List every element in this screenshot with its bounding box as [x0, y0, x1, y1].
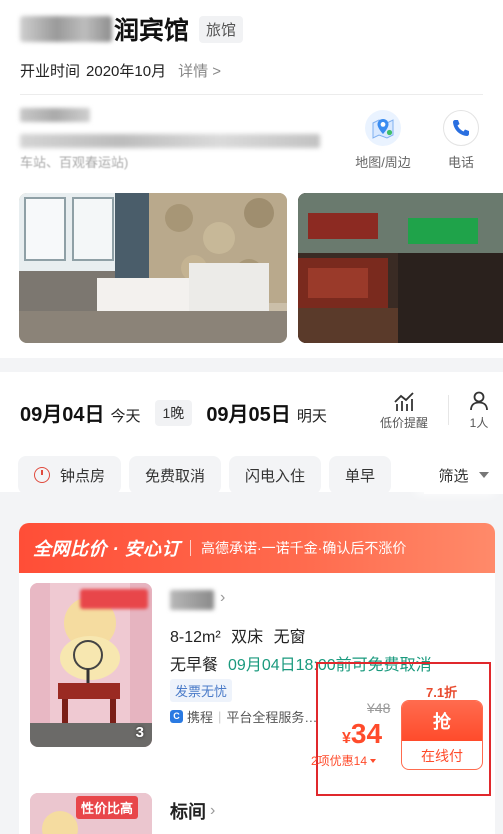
chip-instant-checkin[interactable]: 闪电入住 [229, 456, 322, 494]
address-tail: 车站、百观春运站) [20, 155, 129, 170]
banner-subtitle: 高德承诺·一诺千金·确认后不涨价 [201, 540, 407, 556]
meal-info: 无早餐 [170, 657, 219, 674]
caret-down-icon [478, 472, 489, 478]
room-name-redacted[interactable] [170, 590, 214, 610]
price-trend-icon [394, 392, 414, 411]
room-tag-redacted [80, 589, 148, 609]
promo-dropdown[interactable]: 2项优惠14 [311, 752, 377, 769]
original-price: ¥48 [367, 700, 391, 716]
chip-label: 闪电入住 [245, 467, 306, 485]
guest-count-label: 1人 [469, 416, 489, 430]
chevron-right-icon[interactable]: › [220, 589, 225, 607]
chevron-right-icon: › [210, 802, 216, 819]
checkout-date[interactable]: 09月05日 [206, 398, 291, 427]
banner-title: 全网比价 · 安心订 [33, 539, 180, 559]
chip-free-cancel[interactable]: 免费取消 [129, 456, 222, 494]
hotel-type-tag: 旅馆 [199, 15, 244, 43]
price-value: 34 [350, 718, 383, 749]
hotel-photo-room[interactable] [19, 193, 287, 343]
person-icon [470, 391, 488, 411]
chip-label: 单早 [345, 467, 376, 485]
clock-icon [34, 467, 50, 483]
photo-count: 3 [135, 724, 144, 741]
chip-label: 免费取消 [145, 467, 206, 485]
book-button[interactable]: 抢 在线付 [401, 700, 483, 770]
room2-name-label: 标间 [170, 802, 206, 822]
map-nearby-label: 地图/周边 [355, 155, 411, 170]
pay-online-label: 在线付 [421, 748, 463, 764]
current-price: ¥ 34 [342, 718, 382, 750]
details-link[interactable]: 详情 > [178, 60, 221, 81]
filter-chips: 钟点房 免费取消 闪电入住 单早 [18, 456, 399, 494]
opening-value: 2020年10月 [86, 63, 167, 80]
opening-label: 开业时间 [20, 63, 81, 80]
room-source: C 携程 | 平台全程服务… [170, 707, 317, 726]
hotel-name: 润宾馆 [114, 17, 190, 45]
divider [190, 540, 191, 556]
hotel-name-redacted [20, 16, 112, 42]
room2-name[interactable]: 标间 › [170, 798, 215, 824]
source-name: 携程 [187, 710, 214, 725]
hotel-title-row: 润宾馆 旅馆 [20, 12, 244, 46]
filter-label: 筛选 [438, 467, 469, 485]
address-redacted[interactable] [20, 134, 320, 148]
grab-label: 抢 [402, 701, 482, 741]
promo-label: 2项优惠14 [311, 754, 368, 768]
chip-label: 钟点房 [60, 467, 106, 485]
price-compare-banner: 全网比价 · 安心订 高德承诺·一诺千金·确认后不涨价 [19, 523, 495, 573]
room-spec: 8-12m² 双床 无窗 [170, 629, 306, 646]
filter-button[interactable]: 筛选 [424, 456, 503, 494]
hotel-photo-entrance[interactable] [298, 193, 503, 343]
map-pin-icon [365, 110, 401, 146]
divider [448, 395, 449, 425]
caret-down-icon [370, 758, 377, 763]
phone-icon [443, 110, 479, 146]
date-selector[interactable]: 09月04日 今天 1晚 09月05日 明天 [20, 398, 327, 429]
map-nearby-button[interactable]: 地图/周边 [348, 110, 418, 171]
address-title-redacted [20, 108, 90, 122]
opening-row: 开业时间 2020年10月 详情 > [20, 60, 221, 81]
checkout-day: 明天 [296, 408, 327, 425]
chip-hourly-room[interactable]: 钟点房 [18, 456, 122, 494]
room-photo[interactable]: 3 [30, 583, 152, 747]
divider: | [218, 709, 222, 724]
phone-button[interactable]: 电话 [426, 110, 496, 171]
room2-value-tag: 性价比高 [76, 796, 139, 819]
checkin-day: 今天 [110, 408, 141, 425]
chip-single-breakfast[interactable]: 单早 [329, 456, 392, 494]
invoice-badge: 发票无忧 [170, 679, 233, 702]
guest-count-button[interactable]: 1人 [464, 390, 494, 431]
checkin-date[interactable]: 09月04日 [20, 398, 105, 427]
phone-label: 电话 [447, 155, 474, 170]
ctrip-logo-icon: C [170, 710, 183, 723]
low-price-alert-button[interactable]: 低价提醒 [372, 390, 436, 431]
currency-symbol: ¥ [342, 730, 351, 747]
nights-count: 1晚 [154, 400, 193, 426]
source-note: 平台全程服务… [226, 710, 318, 725]
discount-badge: 7.1折 [426, 685, 458, 700]
low-price-alert-label: 低价提醒 [379, 416, 428, 430]
divider [20, 94, 483, 95]
